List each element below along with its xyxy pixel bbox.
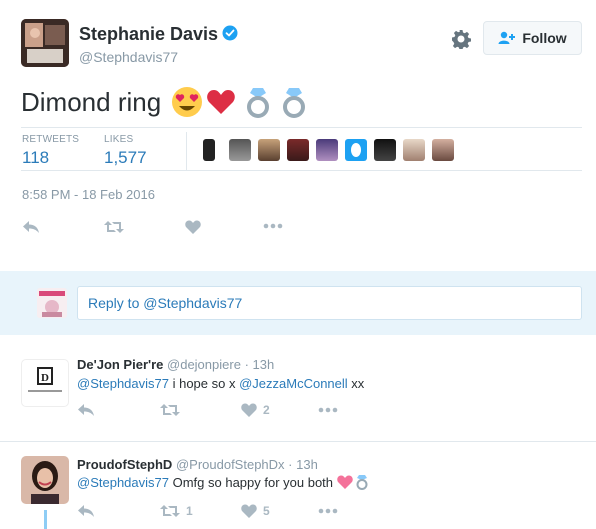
svg-text:D: D <box>41 372 49 384</box>
reply-header: De'Jon Pier're @dejonpiere · 13h <box>77 357 274 372</box>
current-user-avatar <box>37 288 67 318</box>
retweets-count[interactable]: 118 <box>22 148 49 168</box>
retweet-button[interactable] <box>160 403 180 417</box>
retweet-icon <box>160 505 180 517</box>
like-count: 2 <box>263 403 270 417</box>
heart-eyes-emoji-icon <box>171 86 203 118</box>
ring-emoji-icon <box>279 86 309 118</box>
likes-label: LIKES <box>104 134 134 145</box>
red-heart-emoji-icon <box>205 86 237 118</box>
ring-emoji-icon <box>355 474 369 490</box>
reply-separator: · <box>244 357 249 372</box>
sparkling-heart-emoji-icon <box>337 474 353 490</box>
reply-text: @Stephdavis77 i hope so x @JezzaMcConnel… <box>77 376 364 391</box>
mention-link[interactable]: @JezzaMcConnell <box>239 376 348 391</box>
reply-author-handle[interactable]: @dejonpiere <box>167 357 241 372</box>
mention-link[interactable]: @Stephdavis77 <box>77 376 169 391</box>
reply-text-segment: i hope so x <box>168 376 240 391</box>
retweet-button[interactable]: 1 <box>160 504 193 518</box>
verified-badge-icon <box>222 25 238 41</box>
liker-avatar[interactable] <box>203 139 215 161</box>
stats-divider <box>186 132 187 170</box>
reply-input[interactable]: Reply to @Stephdavis77 <box>77 286 582 320</box>
reply-icon <box>78 505 94 517</box>
tweet-timestamp[interactable]: 8:58 PM - 18 Feb 2016 <box>22 187 155 202</box>
reply-icon <box>23 221 39 233</box>
ring-emoji-icon <box>243 86 273 118</box>
reply-time[interactable]: 13h <box>296 457 318 472</box>
more-button[interactable] <box>263 223 283 229</box>
follow-button-label: Follow <box>522 30 567 46</box>
like-button[interactable]: 2 <box>241 403 270 417</box>
reply-separator: · <box>288 457 293 472</box>
tweet-text-row: Dimond ring <box>21 85 309 119</box>
heart-icon <box>241 403 257 417</box>
retweets-label: RETWEETS <box>22 134 80 145</box>
liker-avatar[interactable] <box>287 139 309 161</box>
more-dots-icon <box>263 223 283 229</box>
liker-avatar[interactable] <box>316 139 338 161</box>
reply-icon <box>78 404 94 416</box>
author-avatar[interactable] <box>21 19 69 67</box>
mention-link[interactable]: @Stephdavis77 <box>77 475 169 490</box>
thread-connector <box>44 510 47 529</box>
retweet-count: 1 <box>186 504 193 518</box>
heart-icon <box>185 220 201 234</box>
reply-button[interactable] <box>22 220 40 234</box>
more-dots-icon <box>318 407 338 413</box>
follow-button[interactable]: Follow <box>483 21 582 55</box>
reply-text-segment: xx <box>347 376 365 391</box>
reply-header: ProudofStephD @ProudofStephDx · 13h <box>77 457 318 472</box>
like-count: 5 <box>263 504 270 518</box>
more-dots-icon <box>318 508 338 514</box>
like-button[interactable]: 5 <box>241 504 270 518</box>
liker-avatar[interactable] <box>432 139 454 161</box>
tweet-text: Dimond ring <box>21 86 162 117</box>
likes-count[interactable]: 1,577 <box>104 148 147 168</box>
liker-avatar[interactable] <box>229 139 251 161</box>
reply-author-avatar[interactable] <box>21 456 69 504</box>
more-button[interactable] <box>318 407 338 413</box>
liker-avatar[interactable] <box>258 139 280 161</box>
reply-text: @Stephdavis77 Omfg so happy for you both <box>77 474 369 490</box>
author-handle[interactable]: @Stephdavis77 <box>79 49 178 65</box>
like-button[interactable] <box>185 220 201 234</box>
reply-button[interactable] <box>77 504 95 518</box>
reply-author-handle[interactable]: @ProudofStephDx <box>176 457 285 472</box>
reply-author-avatar[interactable]: D <box>21 359 69 407</box>
author-name[interactable]: Stephanie Davis <box>79 24 218 45</box>
liker-avatar[interactable] <box>345 139 367 161</box>
more-button[interactable] <box>318 508 338 514</box>
gear-icon[interactable] <box>451 29 471 50</box>
liker-avatar[interactable] <box>374 139 396 161</box>
retweet-icon <box>104 221 124 233</box>
reply-button[interactable] <box>77 403 95 417</box>
retweet-button[interactable] <box>104 220 124 234</box>
heart-icon <box>241 504 257 518</box>
retweet-icon <box>160 404 180 416</box>
reply-time[interactable]: 13h <box>253 357 275 372</box>
liker-avatar[interactable] <box>403 139 425 161</box>
reply-author-name[interactable]: De'Jon Pier're <box>77 357 163 372</box>
add-user-icon <box>498 31 516 45</box>
reply-text-segment: Omfg so happy for you both <box>168 474 334 490</box>
reply-author-name[interactable]: ProudofStephD <box>77 457 172 472</box>
